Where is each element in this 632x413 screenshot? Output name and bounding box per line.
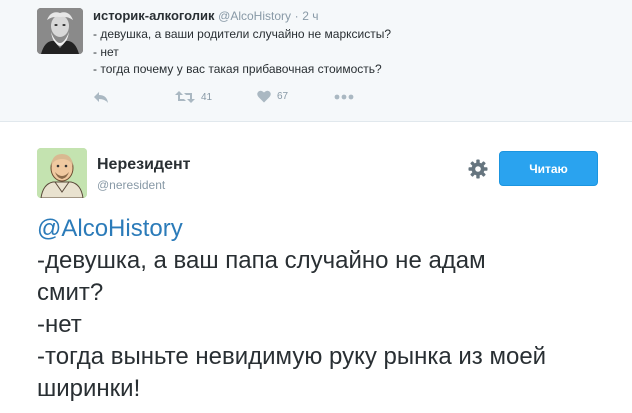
separator: · — [294, 9, 299, 23]
quoted-tweet-text: - девушка, а ваши родители случайно не м… — [93, 26, 391, 79]
avatar-image — [37, 148, 87, 198]
avatar[interactable] — [37, 148, 87, 198]
text-line: ширинки! — [37, 375, 141, 402]
retweet-icon — [175, 91, 195, 103]
gear-icon — [468, 159, 488, 179]
avatar-image — [37, 8, 83, 54]
mention-link[interactable]: @AlcoHistory — [37, 215, 183, 242]
author-handle[interactable]: @neresident — [97, 178, 165, 192]
text-line: смит? — [37, 279, 104, 306]
follow-button[interactable]: Читаю — [499, 151, 598, 186]
avatar[interactable] — [37, 8, 83, 54]
reply-icon — [94, 92, 108, 103]
text-line: - девушка, а ваши родители случайно не м… — [93, 27, 392, 41]
heart-icon — [257, 90, 271, 103]
text-line: - нет — [93, 44, 119, 59]
reply-button[interactable] — [93, 90, 109, 104]
like-count: 67 — [277, 91, 289, 102]
quoted-tweet-header: историк-алкоголик @AlcoHistory · 2 ч — [93, 8, 319, 24]
like-button[interactable]: 67 — [257, 90, 288, 103]
more-button[interactable] — [334, 94, 354, 100]
quoted-tweet: историк-алкоголик @AlcoHistory · 2 ч - д… — [0, 0, 632, 122]
retweet-count: 41 — [201, 91, 213, 103]
author-name[interactable]: историк-алкоголик — [93, 8, 215, 23]
retweet-button[interactable]: 41 — [175, 90, 212, 104]
tweet-text: @AlcoHistory -девушка, а ваш папа случай… — [37, 213, 627, 405]
gear-button[interactable] — [467, 158, 489, 180]
more-icon — [334, 94, 354, 100]
text-line: -девушка, а ваш папа случайно не адам — [37, 247, 486, 274]
author-name[interactable]: Нерезидент — [97, 156, 190, 174]
timestamp[interactable]: 2 ч — [302, 9, 318, 23]
text-line: - тогда почему у вас такая прибавочная с… — [93, 62, 382, 76]
text-line: -нет — [37, 311, 82, 338]
text-line: -тогда выньте невидимую руку рынка из мо… — [37, 343, 547, 370]
author-handle[interactable]: @AlcoHistory — [218, 9, 291, 23]
